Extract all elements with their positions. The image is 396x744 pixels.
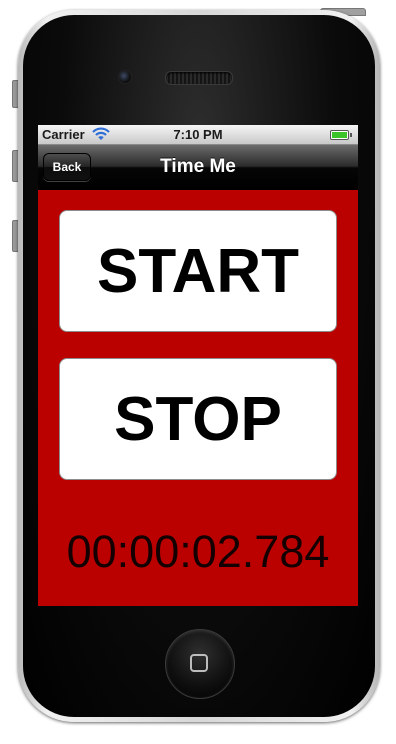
battery-icon — [330, 130, 352, 140]
device-screen: Carrier 7:10 PM Time Me Back START STOP … — [38, 125, 358, 606]
battery-fill — [332, 132, 347, 138]
status-bar: Carrier 7:10 PM — [38, 125, 358, 145]
back-button[interactable]: Back — [43, 153, 91, 181]
front-camera — [118, 70, 132, 84]
elapsed-time-display: 00:00:02.784 — [66, 526, 330, 577]
start-button[interactable]: START — [59, 210, 337, 332]
status-time: 7:10 PM — [173, 127, 223, 142]
home-button[interactable] — [165, 629, 235, 699]
stop-button[interactable]: STOP — [59, 358, 337, 480]
timer-panel: START STOP 00:00:02.784 — [38, 190, 358, 606]
earpiece-speaker — [165, 71, 233, 85]
home-square-icon — [190, 654, 208, 672]
navigation-bar: Time Me Back — [38, 145, 358, 190]
